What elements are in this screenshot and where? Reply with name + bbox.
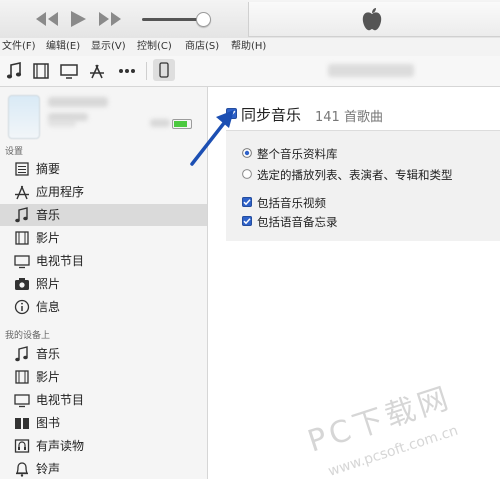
sidebar-item-movies[interactable]: 影片 [0, 227, 207, 249]
summary-icon [15, 162, 29, 176]
sidebar-item-device-tv-shows[interactable]: 电视节目 [0, 389, 207, 411]
device-button[interactable] [153, 59, 175, 81]
menu-edit[interactable]: 编辑(E) [46, 38, 80, 56]
fast-forward-icon[interactable] [97, 9, 123, 29]
music-icon[interactable] [6, 62, 22, 80]
annotation-arrow-icon [190, 110, 234, 166]
sidebar-item-label: 摘要 [36, 162, 61, 176]
audiobook-icon [14, 439, 30, 453]
movies-icon[interactable] [33, 62, 49, 80]
device-info-blurred [48, 97, 108, 107]
sidebar-item-label: 影片 [36, 231, 61, 245]
rewind-icon[interactable] [34, 9, 60, 29]
sync-music-label[interactable]: 同步音乐 [241, 104, 301, 125]
music-sync-panel: 同步音乐 141 首歌曲 整个音乐资料库 选定的播放列表、表演者、专辑和类型 包… [208, 87, 500, 479]
sidebar-item-label: 信息 [36, 300, 61, 314]
sidebar-item-music[interactable]: 音乐 [0, 204, 207, 226]
sidebar-item-device-audiobooks[interactable]: 有声读物 [0, 435, 207, 457]
sidebar-item-label: 铃声 [36, 462, 61, 476]
film-icon [15, 370, 29, 384]
toolbar-divider [146, 62, 147, 80]
sidebar-item-photos[interactable]: 照片 [0, 273, 207, 295]
sidebar-item-summary[interactable]: 摘要 [0, 158, 207, 180]
sidebar-item-device-books[interactable]: 图书 [0, 412, 207, 434]
sidebar: 设置 摘要 应用程序 音乐 影片 电视节目 照片 信息 我的设备上 音乐 影片 … [0, 87, 208, 479]
option-label: 包括语音备忘录 [257, 215, 338, 229]
camera-icon [15, 278, 29, 290]
tv-shows-icon[interactable] [60, 62, 78, 80]
sidebar-item-info[interactable]: 信息 [0, 296, 207, 318]
sidebar-item-tv-shows[interactable]: 电视节目 [0, 250, 207, 272]
option-label: 整个音乐资料库 [257, 147, 338, 161]
sidebar-item-label: 音乐 [36, 347, 61, 361]
sync-options-panel: 整个音乐资料库 选定的播放列表、表演者、专辑和类型 包括音乐视频 包括语音备忘录 [226, 130, 500, 241]
sidebar-item-label: 电视节目 [36, 254, 85, 268]
device-name-blurred [328, 64, 414, 77]
menu-bar: 文件(F) 编辑(E) 显示(V) 控制(C) 商店(S) 帮助(H) [0, 38, 500, 56]
volume-knob[interactable] [196, 12, 211, 27]
sidebar-item-label: 应用程序 [36, 185, 85, 199]
option-label: 包括音乐视频 [257, 196, 326, 210]
checkbox-checked[interactable] [242, 216, 252, 226]
sidebar-item-label: 照片 [36, 277, 61, 291]
iphone-icon [159, 62, 169, 78]
checkbox-checked[interactable] [242, 197, 252, 207]
music-note-icon [15, 207, 28, 223]
menu-controls[interactable]: 控制(C) [137, 38, 172, 56]
menu-file[interactable]: 文件(F) [2, 38, 36, 56]
sidebar-item-device-tones[interactable]: 铃声 [0, 458, 207, 480]
section-settings: 设置 [5, 147, 24, 157]
toolbar [0, 56, 500, 87]
sidebar-item-apps[interactable]: 应用程序 [0, 181, 207, 203]
sidebar-item-label: 图书 [36, 416, 61, 430]
sidebar-item-label: 电视节目 [36, 393, 85, 407]
music-note-icon [15, 346, 28, 362]
film-icon [15, 231, 29, 245]
menu-store[interactable]: 商店(S) [185, 38, 219, 56]
menu-help[interactable]: 帮助(H) [231, 38, 266, 56]
menu-view[interactable]: 显示(V) [91, 38, 126, 56]
play-icon[interactable] [68, 9, 88, 29]
sidebar-item-label: 音乐 [36, 208, 61, 222]
sidebar-item-device-movies[interactable]: 影片 [0, 366, 207, 388]
section-on-my-device: 我的设备上 [5, 331, 51, 341]
apps-icon [15, 185, 29, 200]
more-icon[interactable] [117, 62, 137, 80]
bell-icon [15, 462, 29, 477]
song-count: 141 首歌曲 [315, 110, 383, 125]
app-store-icon[interactable] [88, 62, 106, 80]
sidebar-item-label: 有声读物 [36, 439, 85, 453]
radio-unselected[interactable] [242, 169, 252, 179]
apple-logo-icon [362, 8, 382, 31]
radio-selected[interactable] [242, 148, 252, 158]
tv-icon [14, 394, 30, 408]
sidebar-item-label: 影片 [36, 370, 61, 384]
book-icon [15, 418, 29, 429]
tv-icon [14, 255, 30, 269]
status-display [248, 2, 500, 37]
player-bar [0, 0, 500, 38]
device-thumbnail [8, 95, 40, 139]
info-icon [14, 299, 30, 315]
option-label: 选定的播放列表、表演者、专辑和类型 [257, 168, 453, 182]
sidebar-item-device-music[interactable]: 音乐 [0, 343, 207, 365]
